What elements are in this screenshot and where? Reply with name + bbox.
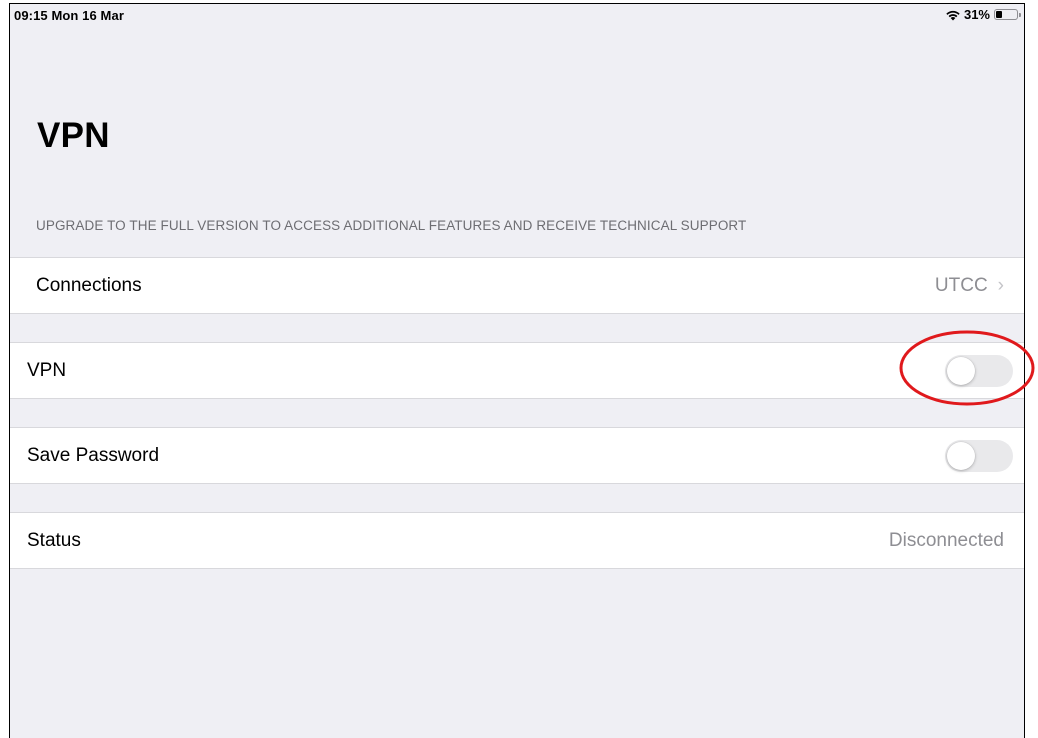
status-value: Disconnected [888,530,1004,551]
battery-percent: 31% [963,7,990,22]
battery-nub [1019,13,1021,17]
status-bar: 09:15 Mon 16 Mar 31% [10,4,1024,26]
save-password-label: Save Password [27,445,160,466]
battery-fill [996,11,1002,18]
page-title: VPN [37,116,110,155]
wifi-icon [945,9,961,21]
battery-icon [994,9,1021,20]
screenshot-frame: 09:15 Mon 16 Mar 31% VPN UPGRADE TO THE … [0,0,1038,738]
section-header: UPGRADE TO THE FULL VERSION TO ACCESS AD… [36,218,747,233]
ipad-screen: 09:15 Mon 16 Mar 31% VPN UPGRADE TO THE … [9,3,1025,738]
chevron-right-icon: › [997,275,1004,296]
status-indicators: 31% [945,7,1021,22]
connections-value: UTCC › [935,275,1004,297]
connections-selected-value: UTCC [934,275,988,296]
vpn-row: VPN [10,342,1024,399]
save-password-toggle[interactable] [945,440,1013,472]
vpn-toggle-knob [947,357,975,385]
status-time: 09:15 Mon 16 Mar [14,8,124,23]
vpn-toggle[interactable] [945,355,1013,387]
connections-label: Connections [36,275,142,296]
save-password-toggle-knob [947,442,975,470]
status-label: Status [27,530,81,551]
status-row: Status Disconnected [10,512,1024,569]
connections-row[interactable]: Connections UTCC › [10,257,1024,314]
vpn-label: VPN [27,360,67,381]
save-password-row: Save Password [10,427,1024,484]
